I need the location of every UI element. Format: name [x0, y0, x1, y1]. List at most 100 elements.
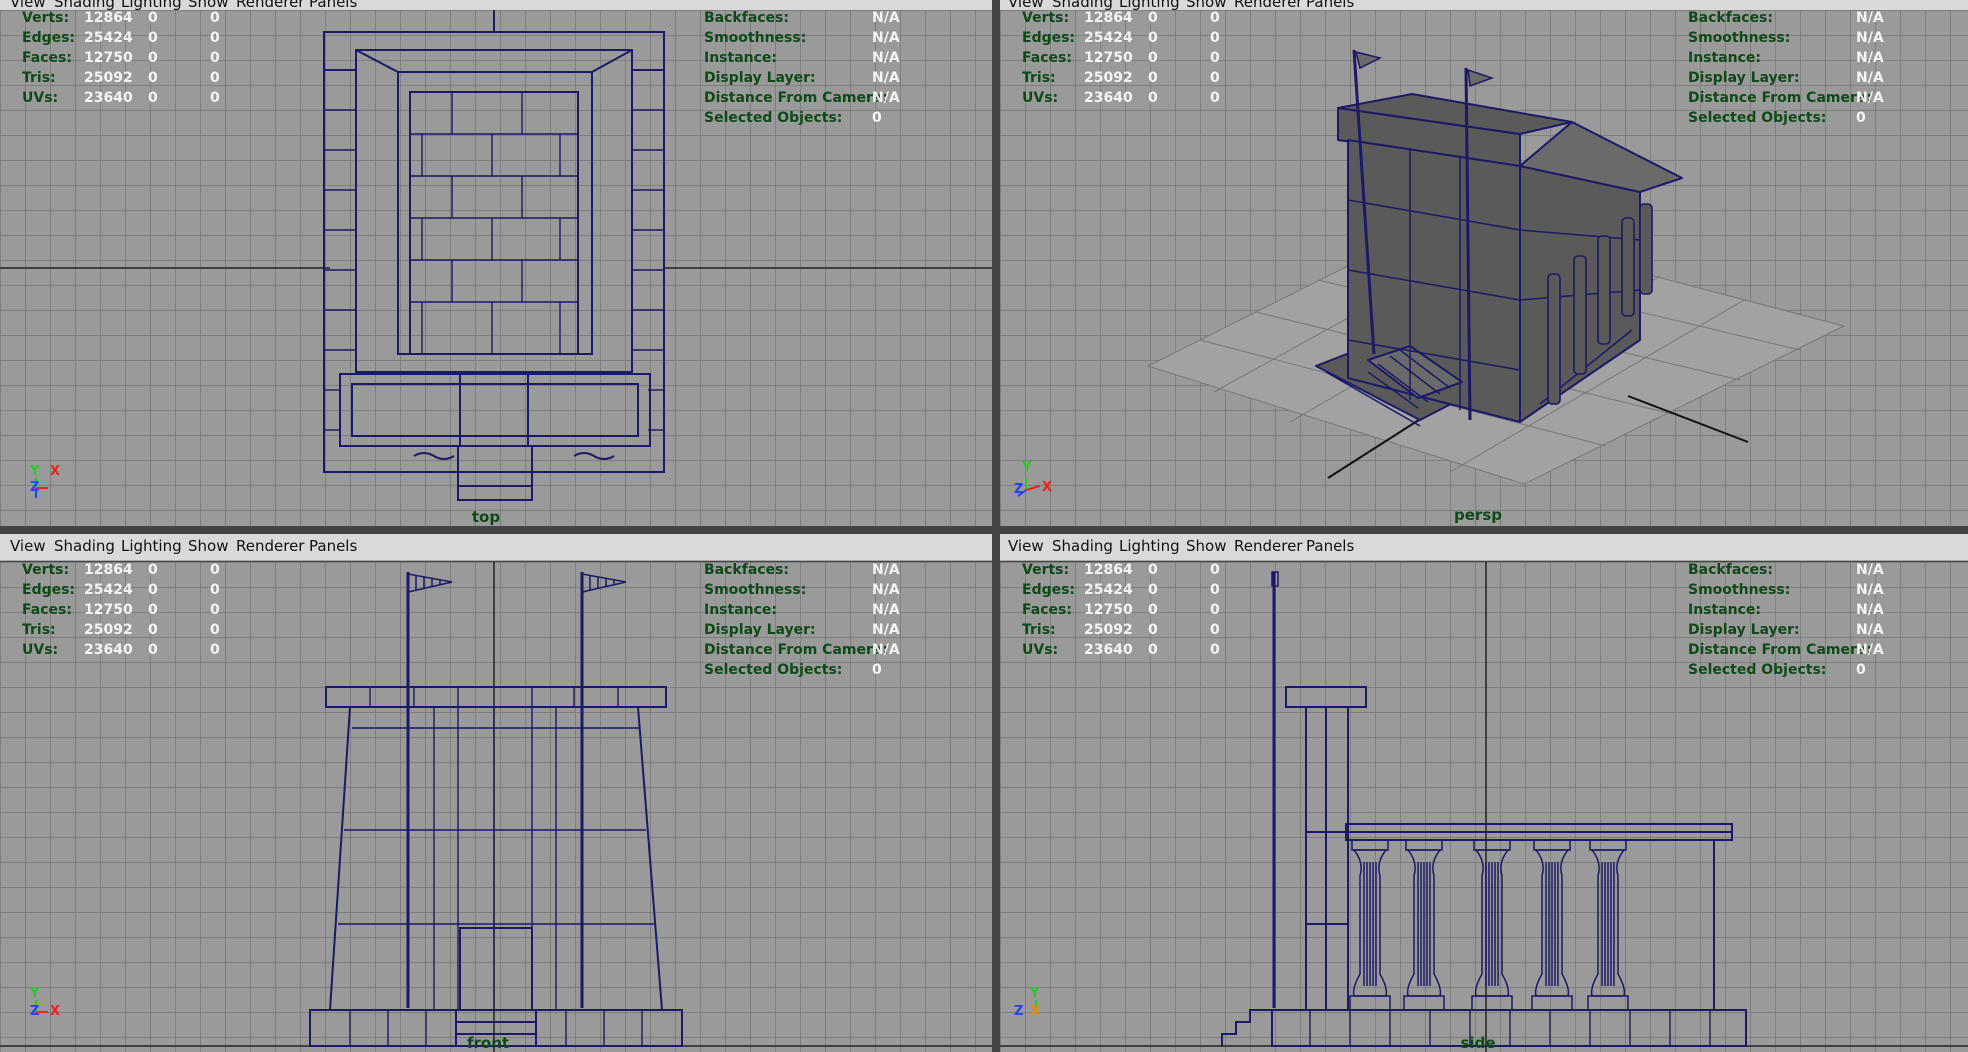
menu-panels[interactable]: Panels [309, 537, 357, 555]
hud-uvs-sel2: 0 [210, 90, 220, 106]
menu-lighting[interactable]: Lighting [1119, 537, 1180, 555]
hud-faces-sel1: 0 [1148, 602, 1158, 618]
menu-renderer[interactable]: Renderer [1234, 537, 1302, 555]
hud-stat-verts: Verts: 12864 0 0 [22, 562, 220, 578]
menu-panels[interactable]: Panels [1306, 537, 1354, 555]
viewport-canvas[interactable]: Verts: 12864 0 0 Edges: 25424 0 0 Faces:… [0, 10, 992, 526]
hud-edges-sel1: 0 [148, 582, 158, 598]
hud-verts-sel1: 0 [1148, 562, 1158, 578]
hud-uvs-value: 23640 [1084, 642, 1133, 658]
hud-tris-sel1: 0 [148, 622, 158, 638]
hud-stat-verts: Verts: 12864 0 0 [1022, 10, 1220, 26]
hud-smoothness-value: N/A [872, 30, 900, 46]
hud-info-backfaces: Backfaces: N/A [704, 10, 900, 26]
hud-stat-faces: Faces: 12750 0 0 [1022, 602, 1220, 618]
hud-stat-faces: Faces: 12750 0 0 [1022, 50, 1220, 66]
hud-stat-faces: Faces: 12750 0 0 [22, 602, 220, 618]
hud-tris-sel2: 0 [1210, 70, 1220, 86]
hud-uvs-value: 23640 [84, 642, 133, 658]
hud-verts-sel1: 0 [148, 562, 158, 578]
hud-info-distance: Distance From Camera: N/A [704, 90, 900, 106]
hud-tris-sel2: 0 [210, 70, 220, 86]
hud-faces-sel1: 0 [1148, 50, 1158, 66]
menu-show[interactable]: Show [1186, 537, 1226, 555]
hud-info-smoothness: Smoothness: N/A [1688, 30, 1884, 46]
hud-uvs-sel2: 0 [1210, 90, 1220, 106]
hud-display-layer-value: N/A [872, 622, 900, 638]
hud-faces-sel2: 0 [210, 50, 220, 66]
hud-info-backfaces: Backfaces: N/A [704, 562, 900, 578]
hud-stat-tris: Tris: 25092 0 0 [22, 70, 220, 86]
axis-gizmo-icon: Y Z X [30, 986, 61, 1019]
hud-stat-edges: Edges: 25424 0 0 [22, 582, 220, 598]
menu-view[interactable]: View [10, 537, 46, 555]
viewport-canvas[interactable]: Verts: 12864 0 0 Edges: 25424 0 0 Faces:… [1000, 562, 1968, 1052]
hud-tris-value: 25092 [1084, 622, 1133, 638]
hud-info-display-layer: Display Layer: N/A [1688, 622, 1884, 638]
hud-edges-value: 25424 [1084, 30, 1133, 46]
hud-verts-sel2: 0 [1210, 10, 1220, 26]
hud-verts-sel2: 0 [1210, 562, 1220, 578]
viewport-pane-top[interactable]: View Shading Lighting Show Renderer Pane… [0, 0, 992, 526]
viewport-pane-front[interactable]: View Shading Lighting Show Renderer Pane… [0, 534, 992, 1052]
hud-info-selected-objects: Selected Objects: 0 [1688, 110, 1866, 126]
hud-stat-uvs: UVs: 23640 0 0 [22, 90, 220, 106]
camera-label: front [466, 1034, 510, 1052]
hud-selected-objects-value: 0 [1856, 662, 1866, 678]
menu-renderer[interactable]: Renderer [236, 537, 304, 555]
hud-uvs-value: 23640 [1084, 90, 1133, 106]
hud-stat-edges: Edges: 25424 0 0 [1022, 582, 1220, 598]
hud-info-display-layer: Display Layer: N/A [704, 70, 900, 86]
axis-gizmo-icon: Y Z X [1014, 986, 1041, 1019]
hud-distance-value: N/A [872, 90, 900, 106]
hud-info-instance: Instance: N/A [1688, 602, 1884, 618]
menu-shading[interactable]: Shading [54, 537, 115, 555]
menu-shading[interactable]: Shading [1052, 537, 1113, 555]
hud-backfaces-value: N/A [872, 562, 900, 578]
building-wireframe [1146, 49, 1846, 485]
menu-view[interactable]: View [1008, 537, 1044, 555]
hud-distance-value: N/A [1856, 90, 1884, 106]
viewport-pane-side[interactable]: View Shading Lighting Show Renderer Pane… [1000, 534, 1968, 1052]
hud-stat-verts: Verts: 12864 0 0 [22, 10, 220, 26]
menu-show[interactable]: Show [188, 537, 228, 555]
viewport-canvas[interactable]: Verts: 12864 0 0 Edges: 25424 0 0 Faces:… [1000, 10, 1968, 526]
hud-tris-value: 25092 [84, 622, 133, 638]
hud-uvs-sel1: 0 [148, 642, 158, 658]
hud-instance-value: N/A [872, 602, 900, 618]
hud-stat-uvs: UVs: 23640 0 0 [1022, 90, 1220, 106]
hud-info-instance: Instance: N/A [704, 602, 900, 618]
hud-backfaces-value: N/A [872, 10, 900, 26]
hud-tris-value: 25092 [84, 70, 133, 86]
hud-info-selected-objects: Selected Objects: 0 [1688, 662, 1866, 678]
panel-menu-bar: View Shading Lighting Show Renderer Pane… [0, 534, 992, 561]
hud-uvs-sel2: 0 [210, 642, 220, 658]
hud-instance-value: N/A [1856, 602, 1884, 618]
camera-label: side [1460, 1034, 1496, 1052]
hud-faces-value: 12750 [1084, 50, 1133, 66]
building-wireframe [1000, 562, 1968, 1052]
hud-stat-faces: Faces: 12750 0 0 [22, 50, 220, 66]
hud-info-smoothness: Smoothness: N/A [704, 582, 900, 598]
hud-uvs-sel1: 0 [1148, 642, 1158, 658]
hud-faces-value: 12750 [84, 50, 133, 66]
hud-edges-sel2: 0 [1210, 30, 1220, 46]
hud-tris-sel1: 0 [148, 70, 158, 86]
axis-gizmo-icon: Y X Z [30, 464, 61, 498]
hud-info-backfaces: Backfaces: N/A [1688, 562, 1884, 578]
hud-edges-sel1: 0 [1148, 582, 1158, 598]
hud-display-layer-value: N/A [872, 70, 900, 86]
menu-lighting[interactable]: Lighting [121, 537, 182, 555]
hud-stat-tris: Tris: 25092 0 0 [1022, 622, 1220, 638]
viewport-pane-persp[interactable]: View Shading Lighting Show Renderer Pane… [1000, 0, 1968, 526]
hud-uvs-sel1: 0 [1148, 90, 1158, 106]
hud-distance-value: N/A [1856, 642, 1884, 658]
viewport-canvas[interactable]: Verts: 12864 0 0 Edges: 25424 0 0 Faces:… [0, 562, 992, 1052]
hud-edges-value: 25424 [84, 582, 133, 598]
panel-menu-bar: View Shading Lighting Show Renderer Pane… [1000, 534, 1968, 561]
hud-instance-value: N/A [872, 50, 900, 66]
hud-faces-sel1: 0 [148, 50, 158, 66]
hud-faces-sel2: 0 [210, 602, 220, 618]
hud-edges-value: 25424 [84, 30, 133, 46]
hud-stat-tris: Tris: 25092 0 0 [22, 622, 220, 638]
